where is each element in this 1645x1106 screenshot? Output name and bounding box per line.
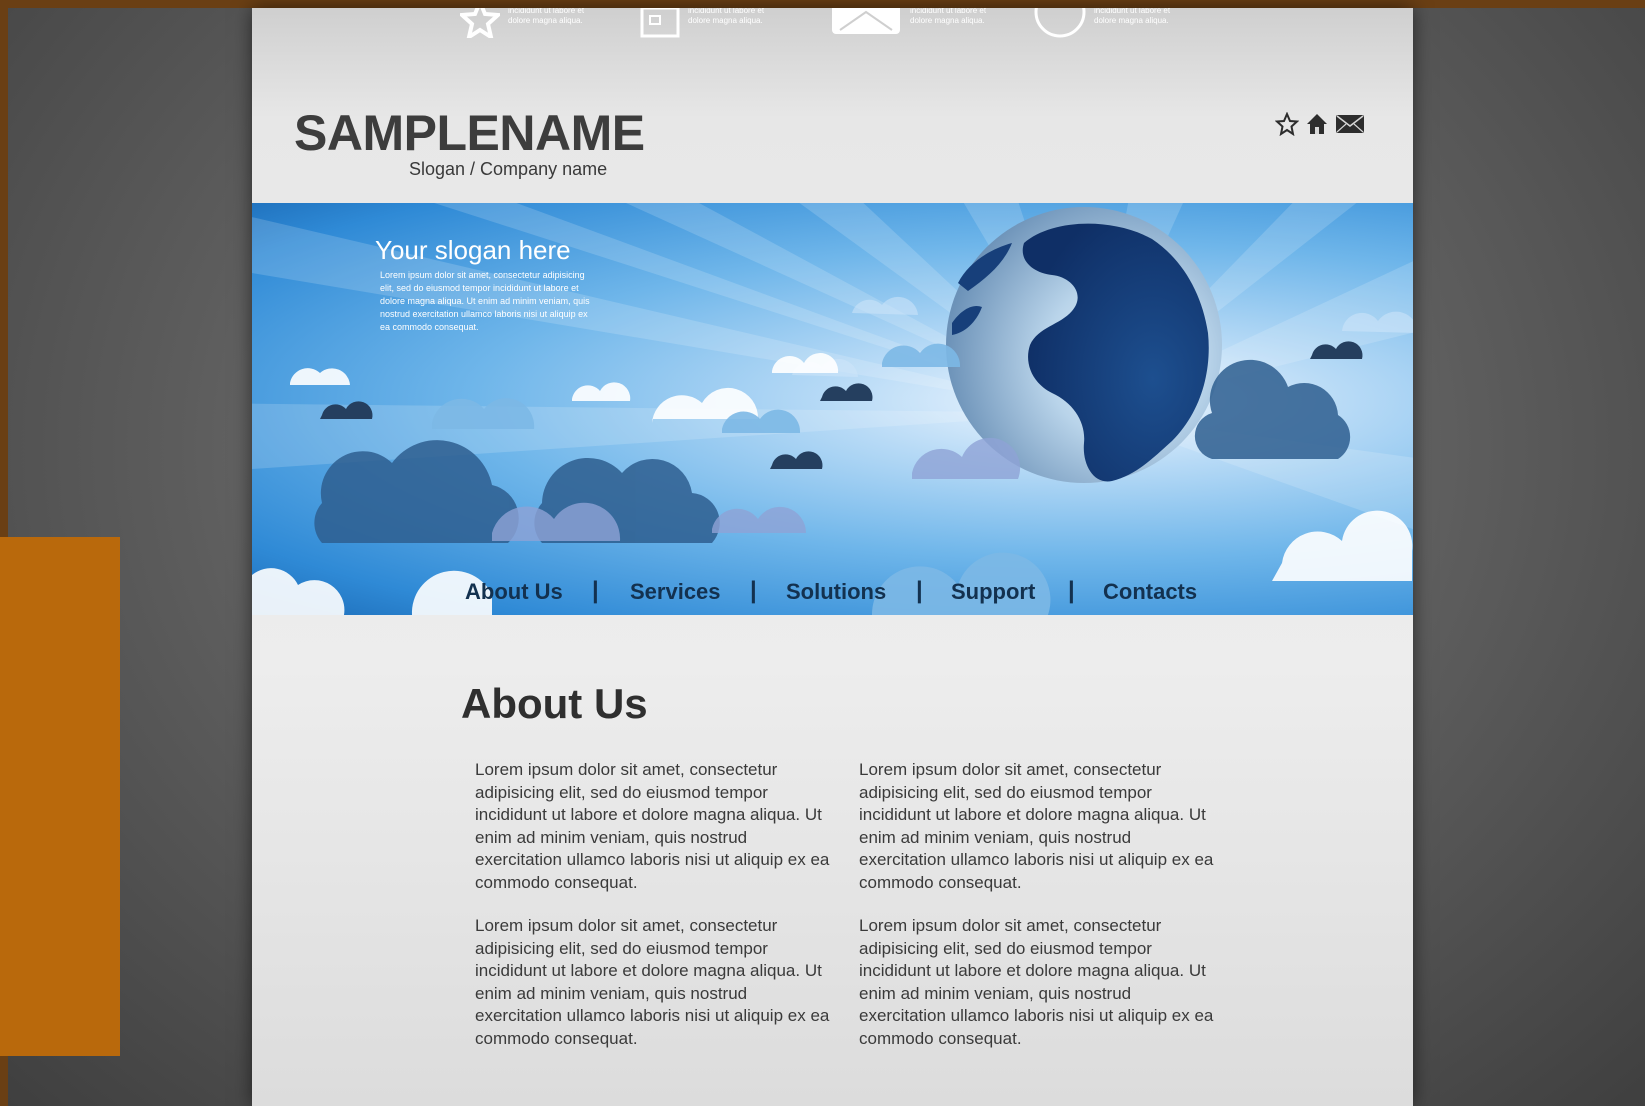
content-paragraph: Lorem ipsum dolor sit amet, consectetur … (859, 760, 1214, 892)
nav-support[interactable]: Support (951, 579, 1035, 605)
company-slogan: Slogan / Company name (409, 159, 608, 179)
header-icons (1274, 111, 1365, 141)
hero-description: Lorem ipsum dolor sit amet, consectetur … (380, 270, 590, 332)
feature-item[interactable]: incididunt ut labore et dolore magna ali… (1034, 8, 1184, 40)
feature-item[interactable]: incididunt ut labore et dolore magna ali… (830, 8, 1000, 38)
nav-separator: | (916, 577, 923, 604)
mail-icon[interactable] (1335, 113, 1365, 140)
orange-block (0, 537, 120, 1056)
feature-text: incididunt ut labore et dolore magna ali… (910, 8, 987, 25)
feature-item[interactable]: incididunt ut labore et dolore magna ali… (640, 8, 778, 38)
nav-separator: | (1068, 577, 1075, 604)
hero-banner: Your slogan here Lorem ipsum dolor sit a… (252, 203, 1413, 615)
top-feature-strip: incididunt ut labore et dolore magna ali… (252, 8, 1413, 38)
site-logo-text[interactable]: SAMPLENAME (294, 104, 645, 162)
nav-about-us[interactable]: About Us (465, 579, 563, 605)
home-icon[interactable] (1305, 112, 1329, 141)
nav-solutions[interactable]: Solutions (786, 579, 886, 605)
feature-text: incididunt ut labore et dolore magna ali… (1094, 8, 1171, 25)
hero-slogan: Your slogan here (375, 235, 571, 265)
content-paragraph: Lorem ipsum dolor sit amet, consectetur … (475, 916, 830, 1048)
feature-text: incididunt ut labore et dolore magna ali… (688, 8, 765, 25)
star-icon[interactable] (1274, 111, 1300, 141)
content-paragraph: Lorem ipsum dolor sit amet, consectetur … (475, 760, 830, 892)
feature-text: incididunt ut labore et dolore magna ali… (508, 8, 585, 25)
nav-separator: | (750, 577, 757, 604)
clock-icon (1034, 8, 1086, 38)
mail-icon (832, 8, 900, 34)
nav-separator: | (592, 577, 599, 604)
nav-services[interactable]: Services (630, 579, 721, 605)
star-icon (460, 8, 500, 38)
building-icon (640, 8, 680, 38)
main-navigation: About Us | Services | Solutions | Suppor… (252, 571, 1413, 611)
feature-item[interactable]: incididunt ut labore et dolore magna ali… (460, 8, 598, 38)
content-paragraph: Lorem ipsum dolor sit amet, consectetur … (859, 916, 1214, 1048)
website-template: incididunt ut labore et dolore magna ali… (252, 8, 1413, 1106)
content-heading: About Us (461, 680, 648, 727)
nav-contacts[interactable]: Contacts (1103, 579, 1197, 605)
